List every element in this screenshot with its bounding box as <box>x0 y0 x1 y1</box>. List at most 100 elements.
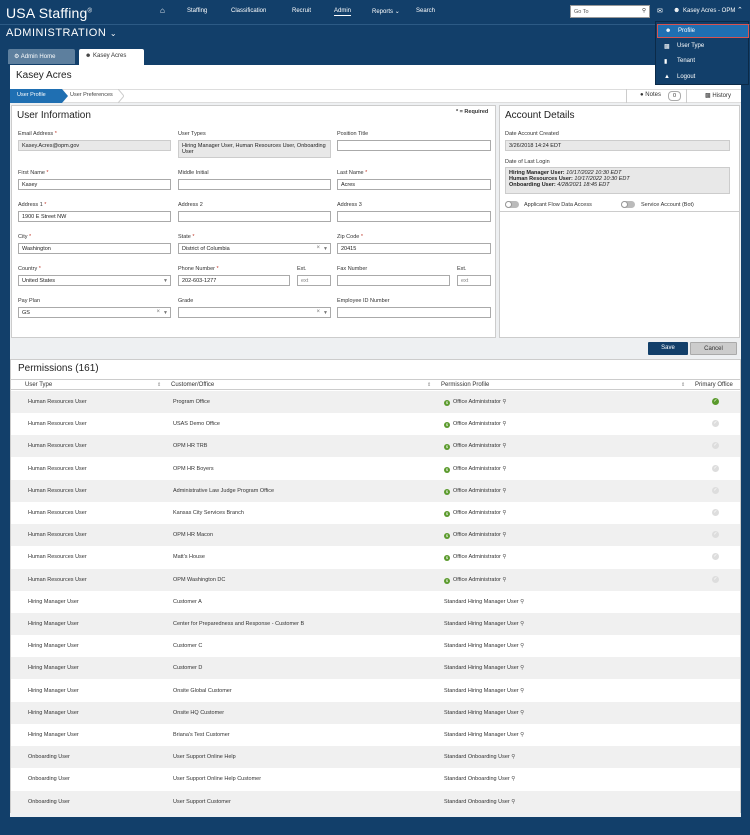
home-icon[interactable]: ⌂ <box>160 6 165 15</box>
nav-search[interactable]: Search <box>416 8 435 14</box>
table-row[interactable]: Human Resources User OPM HR Boyers $ Office… <box>11 458 740 480</box>
nav-admin[interactable]: Admin <box>334 8 351 14</box>
caret-down-icon[interactable]: ▼ <box>163 278 168 284</box>
table-row[interactable]: Human Resources User OPM Washington DC $ Of… <box>11 568 740 591</box>
city-field[interactable]: Washington <box>18 243 171 254</box>
save-button[interactable]: Save <box>648 342 688 355</box>
zip-field[interactable]: 20415 <box>337 243 491 254</box>
not-primary-check-icon[interactable]: ✓ <box>712 575 719 583</box>
pay-plan-select[interactable]: GS × ▼ <box>18 307 171 318</box>
search-icon[interactable]: ⚲ <box>510 799 515 805</box>
address3-field[interactable] <box>337 211 491 222</box>
search-icon[interactable]: ⚲ <box>519 688 524 694</box>
address2-field[interactable] <box>178 211 331 222</box>
col-customer-office[interactable]: Customer/Office <box>171 382 214 388</box>
not-primary-check-icon[interactable]: ✓ <box>712 464 719 472</box>
table-row[interactable]: Hiring Manager User Customer A Standard Hi… <box>11 591 740 613</box>
applicant-flow-toggle[interactable] <box>505 201 519 208</box>
middle-initial-field[interactable] <box>178 179 331 190</box>
menu-item-tenant[interactable]: ▮ Tenant <box>657 55 749 69</box>
search-icon[interactable]: ⚲ <box>501 510 506 516</box>
fax-ext-field[interactable]: ext <box>457 275 491 286</box>
goto-input[interactable]: Go To ⚲ <box>570 5 650 18</box>
search-icon[interactable]: ⚲ <box>501 399 506 405</box>
table-row[interactable]: Onboarding User User Support Online Help … <box>11 768 740 790</box>
nav-recruit[interactable]: Recruit <box>292 8 311 14</box>
table-row[interactable]: Human Resources User Kansas City Services… <box>11 502 740 524</box>
search-icon[interactable]: ⚲ <box>501 443 506 449</box>
search-icon[interactable]: ⚲ <box>510 754 515 760</box>
table-row[interactable]: Hiring Manager User Briana's Test Custome… <box>11 724 740 746</box>
nav-reports[interactable]: Reports ⌄ <box>372 8 400 15</box>
table-row[interactable]: Human Resources User OPM HR Macon $ Office … <box>11 524 740 547</box>
phone-field[interactable]: 202-603-1277 <box>178 275 290 286</box>
caret-down-icon[interactable]: ▼ <box>323 246 328 252</box>
tab-admin-home[interactable]: ⚙ Admin Home <box>8 49 75 64</box>
search-icon[interactable]: ⚲ <box>519 643 524 649</box>
search-icon[interactable]: ⚲ <box>501 421 506 427</box>
search-icon[interactable]: ⚲ <box>642 8 646 14</box>
table-row[interactable]: Human Resources User Administrative Law J… <box>11 479 740 502</box>
history-button[interactable]: ▩ History <box>705 92 731 99</box>
sort-icon[interactable]: ⇕ <box>427 382 431 388</box>
nav-staffing[interactable]: Staffing <box>187 8 207 14</box>
sort-icon[interactable]: ⇕ <box>157 382 161 388</box>
clear-icon[interactable]: × <box>316 309 320 315</box>
not-primary-check-icon[interactable]: ✓ <box>712 442 719 450</box>
menu-item-profile[interactable]: ☻ Profile <box>657 24 749 38</box>
clear-icon[interactable]: × <box>156 309 160 315</box>
fax-field[interactable] <box>337 275 450 286</box>
table-row[interactable]: Human Resources User Program Office $ Offic… <box>11 391 740 413</box>
country-select[interactable]: United States ▼ <box>18 275 171 286</box>
notes-button[interactable]: ● Notes <box>640 92 661 98</box>
position-title-field[interactable] <box>337 140 491 151</box>
search-icon[interactable]: ⚲ <box>501 577 506 583</box>
not-primary-check-icon[interactable]: ✓ <box>712 486 719 494</box>
table-row[interactable]: Hiring Manager User Customer C Standard Hi… <box>11 635 740 657</box>
search-icon[interactable]: ⚲ <box>501 466 506 472</box>
table-row[interactable]: Onboarding User User Support Online Help S… <box>11 746 740 769</box>
tab-kasey-acres[interactable]: ☻ Kasey Acres <box>79 49 144 65</box>
primary-check-icon[interactable]: ✓ <box>712 398 719 405</box>
employee-id-field[interactable] <box>337 307 491 318</box>
search-icon[interactable]: ⚲ <box>501 554 506 560</box>
table-row[interactable]: Hiring Manager User Onsite Global Custome… <box>11 680 740 702</box>
app-logo[interactable]: USA Staffing® <box>6 5 92 21</box>
user-menu-toggle[interactable]: Kasey Acres - OPM <box>683 8 735 14</box>
first-name-field[interactable]: Kasey <box>18 179 171 190</box>
last-name-field[interactable]: Acres <box>337 179 491 190</box>
search-icon[interactable]: ⚲ <box>519 599 524 605</box>
caret-down-icon[interactable]: ▼ <box>323 310 328 316</box>
search-icon[interactable]: ⚲ <box>519 710 524 716</box>
caret-down-icon[interactable]: ▼ <box>163 310 168 316</box>
table-row[interactable]: Hiring Manager User Center for Preparedne… <box>11 613 740 635</box>
search-icon[interactable]: ⚲ <box>501 532 506 538</box>
state-select[interactable]: District of Columbia × ▼ <box>178 243 331 254</box>
nav-classification[interactable]: Classification <box>231 8 266 14</box>
table-row[interactable]: Hiring Manager User Customer D Standard Hi… <box>11 657 740 680</box>
cancel-button[interactable]: Cancel <box>690 342 737 355</box>
menu-item-user-type[interactable]: ▩ User Type <box>657 40 749 54</box>
not-primary-check-icon[interactable]: ✓ <box>712 509 719 516</box>
search-icon[interactable]: ⚲ <box>519 665 524 671</box>
table-row[interactable]: Human Resources User USAS Demo Office $ Off… <box>11 413 740 435</box>
table-row[interactable]: Human Resources User Matt's House $ Office … <box>11 546 740 568</box>
clear-icon[interactable]: × <box>316 245 320 251</box>
table-row[interactable]: Hiring Manager User Onsite HQ Customer Sta… <box>11 701 740 724</box>
breadcrumb-user-profile[interactable]: User Profile <box>10 89 62 103</box>
search-icon[interactable]: ⚲ <box>510 776 515 782</box>
search-icon[interactable]: ⚲ <box>501 488 506 494</box>
menu-item-logout[interactable]: ▲ Logout <box>657 71 749 85</box>
chevron-up-icon[interactable]: ⌃ <box>737 6 743 14</box>
col-user-type[interactable]: User Type <box>25 382 52 388</box>
col-primary-office[interactable]: Primary Office <box>695 382 733 388</box>
search-icon[interactable]: ⚲ <box>519 621 524 627</box>
ext-field[interactable]: ext <box>297 275 331 286</box>
sort-icon[interactable]: ⇕ <box>681 382 685 388</box>
not-primary-check-icon[interactable]: ✓ <box>712 531 719 539</box>
grade-select[interactable]: × ▼ <box>178 307 331 318</box>
not-primary-check-icon[interactable]: ✓ <box>712 420 719 428</box>
table-row[interactable]: Onboarding User User Support Customer Stan… <box>11 790 740 813</box>
not-primary-check-icon[interactable]: ✓ <box>712 553 719 561</box>
breadcrumb-user-preferences[interactable]: User Preferences <box>70 92 113 98</box>
